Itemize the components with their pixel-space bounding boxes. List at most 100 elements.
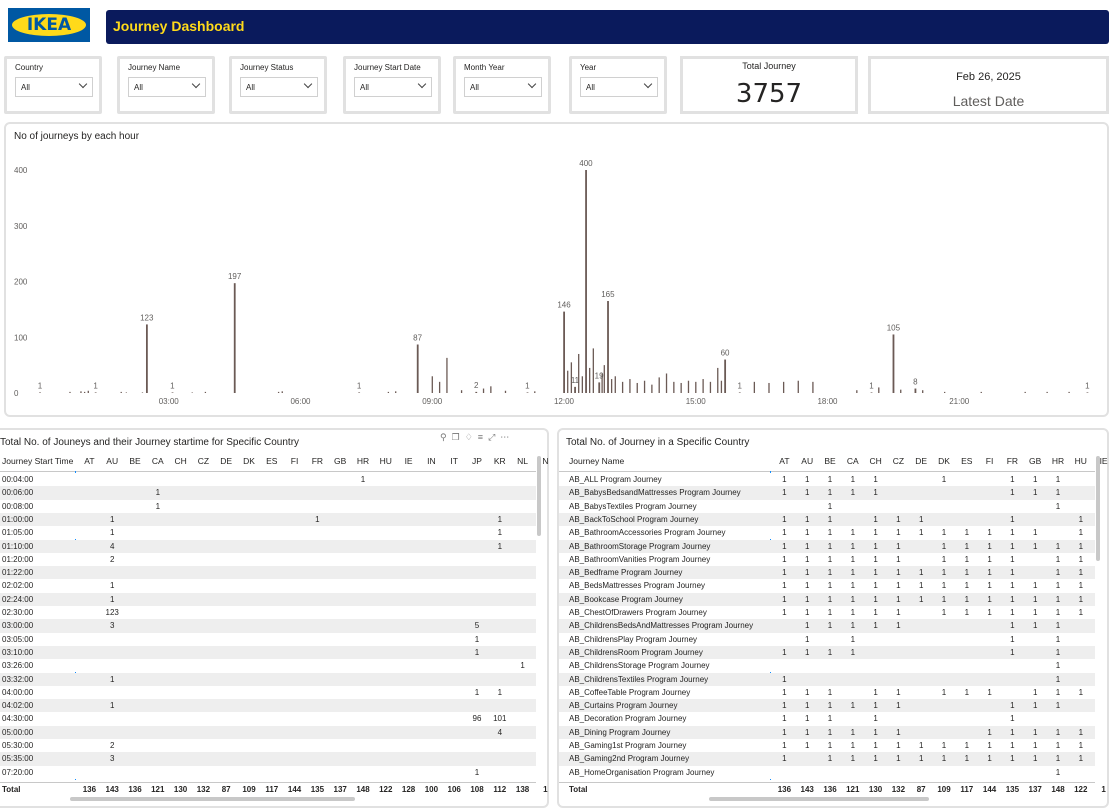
chart-bar [944,391,946,393]
chart-bar [574,386,576,393]
focus-mode-icon[interactable]: ⤢ [488,432,495,442]
table-cell: 1 [804,594,810,604]
column-header: DK [938,456,950,466]
row-label: 03:26:00 [2,661,34,671]
table-cell: 1 [474,634,480,644]
total-cell: 132 [196,784,211,794]
table-cell: 1 [1055,475,1061,484]
total-cell: 121 [846,784,860,794]
row-label: AB_CoffeeTable Program Journey [569,687,691,697]
copy-icon[interactable]: ❐ [452,432,460,442]
table-cell: 1 [827,701,833,711]
table-cell: 1 [987,594,992,604]
table-cell: 1 [109,701,115,711]
total-cell: 112 [493,784,507,794]
x-tick-label: 18:00 [817,397,838,406]
chevron-down-icon [191,79,201,89]
column-header: AT [84,456,95,466]
column-header: HR [356,456,370,466]
column-header: Journey Start Time [2,456,74,466]
table-cell: 1 [964,554,970,564]
table-cell: 5 [474,621,480,631]
table-cell: 1 [827,741,833,750]
month-year-dropdown[interactable]: All [464,77,542,97]
table-cell: 1 [1010,701,1015,711]
horizontal-scrollbar[interactable] [709,797,929,801]
table-cell: 1 [896,514,901,524]
table-cell: 1 [987,741,992,750]
vertical-scrollbar[interactable] [1096,456,1100,561]
table-cell: 1 [474,767,480,777]
table-row [0,566,536,580]
column-header: BE [824,456,836,466]
filter-icon[interactable]: ≡ [478,432,483,442]
table-cell: 1 [827,514,833,524]
column-header: DK [243,456,255,466]
row-label: 04:02:00 [2,701,34,711]
column-header: FR [1006,456,1019,466]
table-cell: 1 [873,568,878,578]
data-label: 1 [737,381,742,390]
data-label: 1 [38,381,43,390]
filter-label: Year [580,63,597,72]
table-cell: 1 [827,475,833,484]
table-cell: 1 [1010,647,1015,657]
filter-year: Year All [569,56,667,114]
table-cell: 1 [782,594,787,604]
column-header: CH [174,456,187,466]
table-cell: 1 [782,754,787,764]
year-dropdown[interactable]: All [580,77,658,97]
table-cell: 1 [964,581,970,591]
table-row [0,739,536,753]
chart-bar [281,391,283,393]
table-cell: 1 [782,541,787,551]
journey-name-dropdown[interactable]: All [128,77,206,97]
table-cell: 1 [827,754,833,764]
y-tick-label: 200 [14,278,28,287]
row-label: 02:30:00 [2,608,34,617]
latest-date-value: Feb 26, 2025 [956,71,1021,83]
table-row [0,512,536,527]
table-cell: 1 [804,554,810,564]
table-cell: 1 [360,475,366,484]
table-cell: 1 [804,568,810,578]
journey-start-date-dropdown[interactable]: All [354,77,432,97]
table-cell: 1 [1032,687,1038,697]
dropdown-value: All [21,83,30,92]
table-cell: 1 [474,647,480,657]
table-cell: 1 [782,727,787,737]
table-cell: 1 [1055,767,1061,777]
table-cell: 1 [850,754,856,764]
chart-bar [980,391,982,393]
row-label: AB_ChildrensStorage Program Journey [569,661,710,671]
chart-bar [610,379,613,393]
table-cell: 1 [896,754,901,764]
row-label: AB_ChestOfDrawers Program Journey [569,608,707,617]
table-cell: 1 [1078,541,1084,551]
table-cell: 1 [987,754,992,764]
table-cell: 1 [1055,608,1061,617]
table-cell: 1 [850,594,856,604]
table-cell: 1 [804,608,810,617]
table-cell: 1 [873,475,878,484]
table-cell: 1 [827,608,833,617]
table-cell: 1 [850,621,856,631]
total-cell: 121 [151,784,165,794]
table-cell: 1 [782,554,787,564]
chart-bar [720,380,723,393]
chart-bar [387,391,390,393]
column-header: HU [1074,456,1087,466]
table-cell: 1 [1032,608,1038,617]
pin-icon[interactable]: ⚲ [440,432,447,442]
table-cell: 1 [896,554,901,564]
table-cell: 1 [896,568,901,578]
bell-icon[interactable]: ♢ [465,432,473,442]
table-cell: 1 [1032,727,1038,737]
chart-bar [900,389,902,393]
vertical-scrollbar[interactable] [537,456,541,536]
country-dropdown[interactable]: All [15,77,93,97]
horizontal-scrollbar[interactable] [70,797,355,801]
more-options-icon[interactable]: ⋯ [500,432,509,442]
journey-status-dropdown[interactable]: All [240,77,318,97]
table-cell: 1 [804,475,810,484]
